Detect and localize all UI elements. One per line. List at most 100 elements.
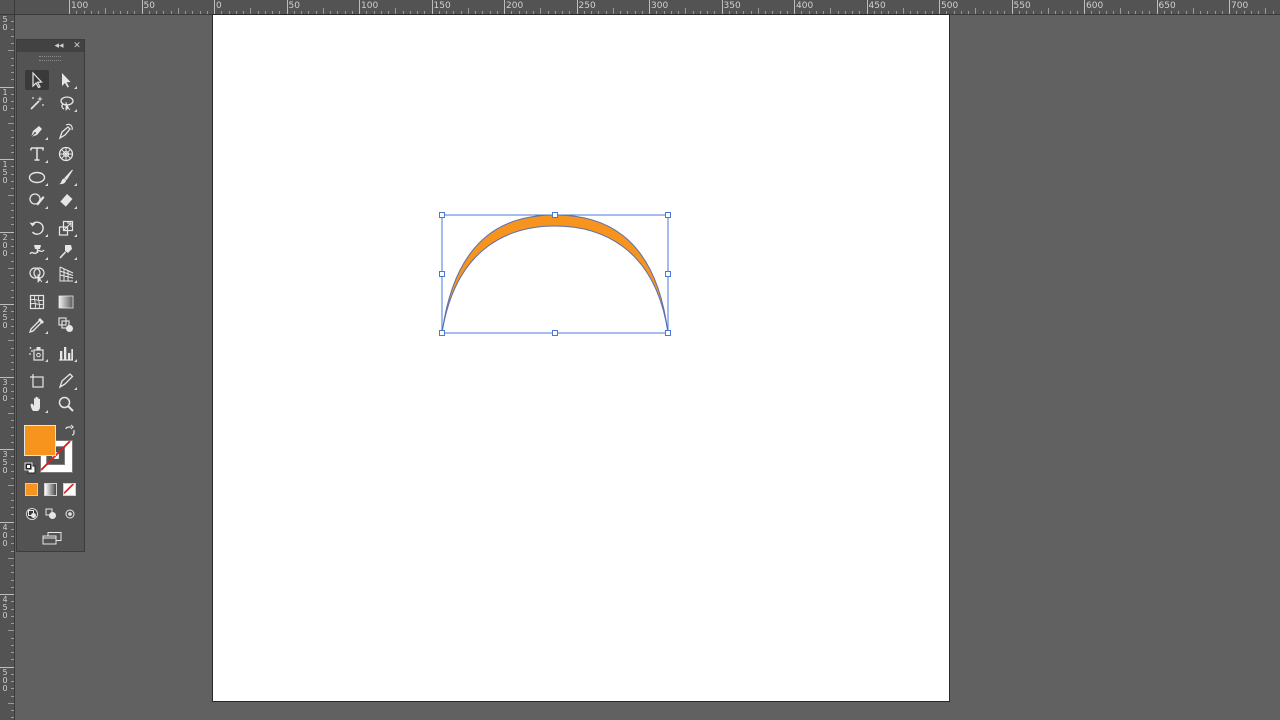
ruler-minor-tick: [192, 11, 194, 14]
eraser-tool-icon: [59, 194, 73, 208]
ruler-minor-tick: [8, 557, 14, 559]
ruler-minor-tick: [8, 340, 14, 342]
vertical-ruler[interactable]: 50 100 150 200 250 300 350 400 450 500: [0, 14, 15, 720]
resize-handle-bottom-right[interactable]: [665, 330, 671, 336]
ruler-minor-tick: [11, 217, 14, 218]
selection-tool[interactable]: [25, 70, 49, 90]
horizontal-ruler[interactable]: 100 50 0 50 100 150 200 250 300 350 400 450 500 550 60…: [0, 0, 1280, 15]
ruler-minor-tick: [8, 630, 14, 632]
draw-behind-mode-icon[interactable]: [44, 506, 58, 520]
symbol-sprayer-tool[interactable]: [25, 343, 49, 363]
gradient-tool[interactable]: [54, 292, 78, 312]
warp-tool[interactable]: [25, 241, 49, 261]
ruler-label: 300: [651, 1, 669, 11]
hand-tool[interactable]: [25, 394, 49, 414]
ellipse-tool-icon: [28, 171, 46, 184]
ruler-origin[interactable]: [0, 0, 15, 15]
gradient-mode-button[interactable]: [44, 483, 57, 496]
resize-handle-top-right[interactable]: [665, 212, 671, 218]
ruler-major-tick: [1011, 0, 1013, 14]
ruler-minor-tick: [1069, 11, 1071, 14]
slice-tool-icon: [58, 373, 74, 389]
ruler-minor-tick: [11, 188, 14, 189]
perspective-grid-tool[interactable]: [54, 264, 78, 284]
ruler-minor-tick: [76, 11, 78, 14]
panel-grip[interactable]: [39, 56, 61, 61]
zoom-tool[interactable]: [54, 394, 78, 414]
ruler-major-tick: [866, 0, 868, 14]
screen-mode-icon[interactable]: [41, 530, 63, 545]
resize-handle-bottom-left[interactable]: [439, 330, 445, 336]
ruler-minor-tick: [8, 50, 14, 52]
direct-selection-tool[interactable]: [54, 70, 78, 90]
blend-tool[interactable]: [54, 315, 78, 335]
flare-tool[interactable]: [54, 144, 78, 164]
draw-inside-mode-icon[interactable]: [63, 506, 77, 520]
ruler-minor-tick: [11, 652, 14, 653]
ruler-minor-tick: [11, 57, 14, 59]
ruler-minor-tick: [8, 267, 14, 269]
ruler-minor-tick: [1214, 11, 1216, 14]
ruler-minor-tick: [11, 528, 14, 530]
puppet-warp-tool[interactable]: [54, 241, 78, 261]
ruler-minor-tick: [206, 11, 208, 14]
ruler-minor-tick: [11, 318, 14, 320]
ruler-label: 100: [2, 87, 8, 113]
ruler-minor-tick: [98, 11, 99, 14]
ruler-minor-tick: [953, 11, 955, 14]
curvature-tool[interactable]: [54, 121, 78, 141]
type-tool[interactable]: [25, 144, 49, 164]
ellipse-tool[interactable]: [25, 167, 49, 187]
eraser-tool[interactable]: [54, 190, 78, 210]
artboard[interactable]: [212, 14, 950, 702]
resize-handle-top-center[interactable]: [552, 212, 558, 218]
ruler-label: 250: [578, 1, 596, 11]
ruler-minor-tick: [8, 485, 14, 487]
paintbrush-tool[interactable]: [54, 167, 78, 187]
draw-normal-mode-icon[interactable]: [25, 506, 39, 520]
resize-handle-top-left[interactable]: [439, 212, 445, 218]
color-mode-button[interactable]: [25, 483, 38, 496]
scale-tool[interactable]: [54, 218, 78, 238]
ruler-minor-tick: [11, 93, 14, 95]
rotate-tool-icon: [29, 221, 44, 235]
shape-builder-tool[interactable]: [25, 264, 49, 284]
close-icon[interactable]: ✕: [71, 40, 83, 52]
resize-handle-middle-right[interactable]: [665, 271, 671, 277]
ruler-major-tick: [1229, 0, 1230, 14]
mesh-tool[interactable]: [25, 292, 49, 312]
tools-panel-header[interactable]: ◂◂ ✕: [17, 40, 84, 52]
artboard-tool[interactable]: [25, 371, 49, 391]
ruler-minor-tick: [1192, 8, 1194, 14]
ruler-minor-tick: [11, 282, 14, 284]
ruler-minor-tick: [177, 8, 179, 14]
ruler-minor-tick: [11, 151, 14, 153]
ruler-minor-tick: [11, 398, 14, 400]
ruler-minor-tick: [11, 166, 14, 168]
ruler-minor-tick: [90, 11, 92, 14]
swap-fill-stroke-icon[interactable]: [63, 423, 77, 437]
default-fill-stroke-icon[interactable]: [23, 460, 37, 474]
resize-handle-middle-left[interactable]: [439, 271, 445, 277]
ruler-minor-tick: [11, 21, 14, 23]
ruler-minor-tick: [11, 572, 14, 574]
shaper-tool[interactable]: [25, 190, 49, 210]
magic-wand-tool[interactable]: [25, 93, 49, 113]
rotate-tool[interactable]: [25, 218, 49, 238]
type-tool-icon: [30, 147, 44, 161]
eyedropper-tool[interactable]: [25, 315, 49, 335]
fill-color-swatch[interactable]: [24, 425, 56, 456]
slice-tool[interactable]: [54, 371, 78, 391]
ruler-minor-tick: [11, 260, 14, 262]
ruler-minor-tick: [11, 289, 14, 291]
pen-tool[interactable]: [25, 121, 49, 141]
scale-tool-icon: [58, 220, 74, 236]
none-mode-button[interactable]: [63, 483, 76, 496]
resize-handle-bottom-center[interactable]: [552, 330, 558, 336]
double-chevron-left-icon[interactable]: ◂◂: [53, 40, 65, 52]
column-graph-tool[interactable]: [54, 343, 78, 363]
lasso-tool[interactable]: [54, 93, 78, 113]
ruler-minor-tick: [11, 644, 14, 646]
ruler-major-tick: [69, 0, 70, 14]
ruler-minor-tick: [11, 434, 14, 436]
